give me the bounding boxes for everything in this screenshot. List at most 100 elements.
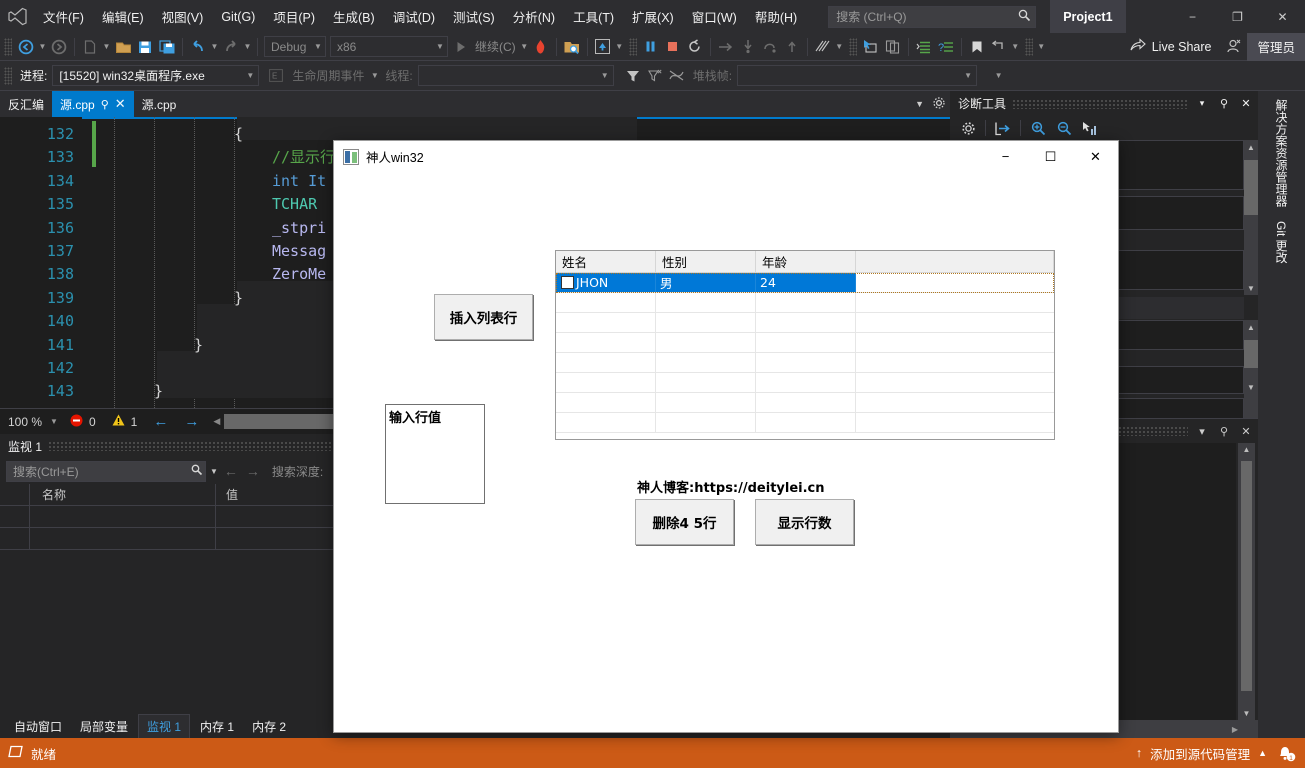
gear-icon[interactable] [932,96,946,113]
copy-element-icon[interactable] [882,36,904,58]
scroll-up-icon[interactable]: ▲ [1244,320,1258,334]
new-file-dropdown-icon[interactable]: ▼ [101,36,112,58]
listview-cell[interactable] [556,393,656,412]
scroll-down-icon[interactable]: ▼ [1244,380,1258,394]
navigate-backward-dropdown-icon[interactable]: ▼ [37,36,48,58]
pin-icon[interactable]: ⚲ [101,98,109,111]
show-next-statement-icon[interactable] [715,36,737,58]
menu-item-git[interactable]: Git(G) [212,6,264,28]
tab-disassembly[interactable]: 反汇编 [0,91,52,117]
menu-item-test[interactable]: 测试(S) [444,3,504,30]
tab-source-cpp-2[interactable]: 源.cpp [134,91,185,117]
step-into-icon[interactable] [737,36,759,58]
chevron-down-icon[interactable]: ▾ [1194,98,1210,109]
listview-cell[interactable] [856,313,1054,332]
global-search-input[interactable]: 搜索 (Ctrl+Q) [828,5,1037,28]
debugbar-overflow-icon[interactable]: ▼ [993,65,1004,87]
listview-cell[interactable] [856,293,1054,312]
menu-item-help[interactable]: 帮助(H) [746,3,806,30]
menu-item-build[interactable]: 生成(B) [324,3,384,30]
menu-item-tools[interactable]: 工具(T) [564,3,623,30]
zoom-out-icon[interactable] [1052,117,1076,139]
listview-cell[interactable] [556,353,656,372]
toolbar-grip[interactable] [4,37,12,56]
row-checkbox[interactable] [561,276,574,289]
close-icon[interactable]: ✕ [1073,141,1118,172]
table-row[interactable] [556,393,1054,413]
continue-label[interactable]: 继续(C) [472,38,519,55]
scroll-down-icon[interactable]: ▼ [1244,281,1258,295]
listview-cell[interactable] [656,393,756,412]
listview-cell-gender[interactable]: 男 [656,273,756,292]
table-row[interactable] [556,293,1054,313]
maximize-icon[interactable]: ☐ [1028,141,1073,172]
break-all-icon[interactable] [592,36,614,58]
listview-cell[interactable] [756,393,856,412]
listview-cell[interactable] [856,413,1054,432]
bookmark-icon[interactable] [966,36,988,58]
account-icon[interactable] [1221,36,1247,58]
listview-col-age[interactable]: 年龄 [756,251,856,273]
listview-col-name[interactable]: 姓名 [556,251,656,273]
step-over-icon[interactable] [759,36,781,58]
overflow-dropdown-icon[interactable]: ▼ [1036,36,1047,58]
listview-cell[interactable] [656,413,756,432]
restart-icon[interactable] [684,36,706,58]
minimize-icon[interactable]: − [983,141,1028,172]
platform-combo[interactable]: x86 ▼ [330,36,448,57]
debugbar-grip[interactable] [4,66,12,85]
menu-item-file[interactable]: 文件(F) [34,3,93,30]
listview-cell[interactable] [756,413,856,432]
diff-icon[interactable] [812,36,834,58]
listview-cell[interactable] [756,353,856,372]
nav-next-icon[interactable]: → [176,413,207,430]
listview-cell[interactable] [756,333,856,352]
gear-icon[interactable] [956,117,980,139]
search-folder-icon[interactable] [561,36,583,58]
delete-rows-button[interactable]: 删除4 5行 [635,499,734,545]
redo-dropdown-icon[interactable]: ▼ [242,36,253,58]
close-icon[interactable]: ✕ [1260,0,1305,33]
app-window-titlebar[interactable]: 神人win32 − ☐ ✕ [334,141,1118,172]
listview-cell[interactable] [656,313,756,332]
listview-cell-age[interactable]: 24 [756,273,856,292]
chevron-down-icon[interactable]: ▾ [1194,425,1210,438]
listview-cell[interactable] [556,333,656,352]
undo-icon[interactable] [187,36,209,58]
row-name-cell[interactable] [30,528,216,549]
zoom-in-icon[interactable] [1026,117,1050,139]
menu-item-extensions[interactable]: 扩展(X) [623,3,683,30]
table-row[interactable] [556,373,1054,393]
toggle-bookmark-icon[interactable] [988,36,1010,58]
menu-item-analyze[interactable]: 分析(N) [504,3,564,30]
vscroll-thumb[interactable] [1244,160,1258,215]
chevron-up-icon[interactable]: ▲ [1258,748,1267,758]
notification-bell-icon[interactable]: 1 [1275,742,1297,764]
export-icon[interactable] [991,117,1015,139]
config-combo[interactable]: Debug ▼ [264,36,326,57]
listview-cell-name[interactable]: JHON [556,273,656,292]
process-combo[interactable]: [15520] win32桌面程序.exe ▼ [52,65,260,86]
search-prev-icon[interactable]: ← [222,463,240,479]
lower-panel-vscrollbar[interactable]: ▲ ▼ [1238,443,1255,720]
listview-cell[interactable] [656,293,756,312]
vscroll-thumb[interactable] [1244,340,1258,368]
listview-col-gender[interactable]: 性别 [656,251,756,273]
listview-cell[interactable] [756,293,856,312]
listview-cell[interactable] [856,333,1054,352]
menu-item-debug[interactable]: 调试(D) [384,3,444,30]
listview-cell[interactable] [656,333,756,352]
scroll-up-icon[interactable]: ▲ [1244,140,1258,154]
pin-icon[interactable]: ⚲ [1216,97,1232,110]
row-value-input[interactable]: 输入行值 [385,404,485,504]
listview-body[interactable]: JHON 男 24 [556,273,1054,439]
new-file-icon[interactable] [79,36,101,58]
diagnostics-vscrollbar-top[interactable]: ▲ ▼ [1244,140,1258,295]
listview-cell[interactable] [556,313,656,332]
zoom-level-combo[interactable]: 100 % ▼ [0,415,62,429]
listview-cell[interactable] [556,293,656,312]
diagnostics-vscrollbar-bottom[interactable]: ▲ ▼ [1244,320,1258,418]
listview-cell[interactable] [556,413,656,432]
pause-icon[interactable] [640,36,662,58]
toolbar-grip-3[interactable] [848,37,857,56]
